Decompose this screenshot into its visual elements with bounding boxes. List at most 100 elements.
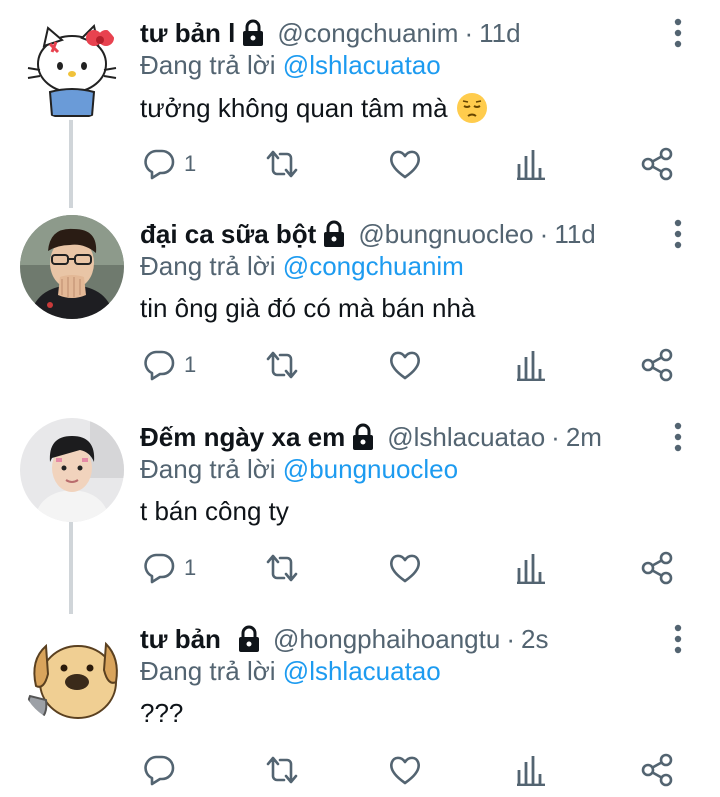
analytics-button[interactable]	[516, 750, 546, 790]
replying-to: Đang trả lời @lshlacuatao	[140, 50, 441, 81]
share-button[interactable]	[640, 144, 674, 184]
replying-to-label: Đang trả lời	[140, 656, 276, 686]
analytics-button[interactable]	[516, 345, 546, 385]
replying-to: Đang trả lời @congchuanim	[140, 251, 464, 282]
action-bar: 1	[140, 144, 680, 184]
handle[interactable]: @lshlacuatao	[387, 422, 545, 453]
like-button[interactable]	[388, 144, 422, 184]
like-icon	[390, 554, 420, 583]
tweet-header: Đếm ngày xa em @lshlacuatao · 2m	[140, 418, 602, 456]
tweet[interactable]: tư bản @hongphaihoangtu · 2s Đang trả lờ…	[0, 620, 720, 797]
display-name[interactable]: đại ca sữa bột	[140, 219, 316, 250]
handle[interactable]: @congchuanim	[277, 18, 458, 49]
like-button[interactable]	[388, 345, 422, 385]
tweet[interactable]: Đếm ngày xa em @lshlacuatao · 2m Đang tr…	[0, 418, 720, 608]
reply-icon	[144, 755, 175, 786]
like-icon	[390, 150, 420, 179]
avatar-dog[interactable]	[20, 620, 124, 724]
tweet-text: ???	[140, 698, 183, 729]
reply-count: 1	[184, 352, 197, 377]
like-icon	[390, 351, 420, 380]
action-bar	[140, 750, 680, 790]
avatar-person-glasses[interactable]	[20, 215, 124, 319]
more-icon[interactable]	[664, 16, 692, 50]
retweet-icon	[266, 756, 298, 784]
timestamp[interactable]: 11d	[554, 219, 595, 250]
retweet-button[interactable]	[264, 750, 300, 790]
retweet-button[interactable]	[264, 548, 300, 588]
analytics-icon	[517, 554, 545, 584]
mention-link[interactable]: @lshlacuatao	[283, 50, 441, 80]
share-button[interactable]	[640, 548, 674, 588]
avatar-hello-kitty[interactable]	[20, 16, 124, 120]
replying-to: Đang trả lời @lshlacuatao	[140, 656, 441, 687]
display-name[interactable]: tư bản l	[140, 18, 235, 49]
replying-to-label: Đang trả lời	[140, 454, 276, 484]
mention-link[interactable]: @bungnuocleo	[283, 454, 458, 484]
share-icon	[641, 753, 673, 787]
retweet-icon	[266, 351, 298, 379]
separator: ·	[506, 623, 515, 654]
replying-to: Đang trả lời @bungnuocleo	[140, 454, 458, 485]
timestamp[interactable]: 2s	[521, 624, 548, 655]
share-icon	[641, 147, 673, 181]
reply-button[interactable]: 1	[142, 345, 196, 385]
more-icon[interactable]	[664, 622, 692, 656]
tweet-header: tư bản l @congchuanim · 11d	[140, 14, 521, 52]
replying-to-label: Đang trả lời	[140, 251, 276, 281]
like-button[interactable]	[388, 750, 422, 790]
retweet-button[interactable]	[264, 345, 300, 385]
analytics-icon	[517, 756, 545, 786]
reply-button[interactable]	[142, 750, 184, 790]
analytics-icon	[517, 150, 545, 180]
tweet-text-content: t bán công ty	[140, 496, 289, 526]
tweet-text-content: tin ông già đó có mà bán nhà	[140, 293, 476, 323]
mention-link[interactable]: @lshlacuatao	[283, 656, 441, 686]
share-icon	[641, 551, 673, 585]
reply-button[interactable]: 1	[142, 548, 196, 588]
lock-icon	[237, 625, 261, 653]
reply-icon	[144, 350, 175, 381]
handle[interactable]: @bungnuocleo	[358, 219, 533, 250]
separator: ·	[551, 421, 560, 452]
lock-icon	[322, 220, 346, 248]
share-button[interactable]	[640, 345, 674, 385]
reply-icon	[144, 553, 175, 584]
action-bar: 1	[140, 548, 680, 588]
lock-icon	[351, 423, 375, 451]
share-button[interactable]	[640, 750, 674, 790]
like-icon	[390, 756, 420, 785]
handle[interactable]: @hongphaihoangtu	[273, 624, 500, 655]
action-bar: 1	[140, 345, 680, 385]
tweet-text: tin ông già đó có mà bán nhà	[140, 293, 475, 324]
replying-to-label: Đang trả lời	[140, 50, 276, 80]
like-button[interactable]	[388, 548, 422, 588]
tweet-text-content: ???	[140, 698, 184, 728]
display-name[interactable]: Đếm ngày xa em	[140, 422, 345, 453]
avatar-person[interactable]	[20, 418, 124, 522]
timestamp[interactable]: 11d	[479, 18, 520, 49]
reply-button[interactable]: 1	[142, 144, 196, 184]
tweet[interactable]: đại ca sữa bột @bungnuocleo · 11d Đang t…	[0, 215, 720, 405]
tweet-header: tư bản @hongphaihoangtu · 2s	[140, 620, 548, 658]
analytics-button[interactable]	[516, 144, 546, 184]
reply-count: 1	[184, 151, 197, 176]
analytics-button[interactable]	[516, 548, 546, 588]
more-icon[interactable]	[664, 420, 692, 454]
retweet-icon	[266, 554, 298, 582]
timestamp[interactable]: 2m	[566, 422, 602, 453]
analytics-icon	[517, 351, 545, 381]
retweet-button[interactable]	[264, 144, 300, 184]
pensive-face-emoji	[456, 92, 488, 124]
tweet-text: tưởng không quan tâm mà	[140, 92, 488, 124]
separator: ·	[539, 218, 549, 249]
lock-icon	[241, 19, 265, 47]
mention-link[interactable]: @congchuanim	[283, 251, 464, 281]
display-name[interactable]: tư bản	[140, 624, 221, 655]
separator: ·	[464, 17, 474, 48]
share-icon	[641, 348, 673, 382]
more-icon[interactable]	[664, 217, 692, 251]
tweet-text: t bán công ty	[140, 496, 289, 527]
tweet-header: đại ca sữa bột @bungnuocleo · 11d	[140, 215, 596, 253]
tweet[interactable]: tư bản l @congchuanim · 11d Đang trả lời…	[0, 14, 720, 204]
